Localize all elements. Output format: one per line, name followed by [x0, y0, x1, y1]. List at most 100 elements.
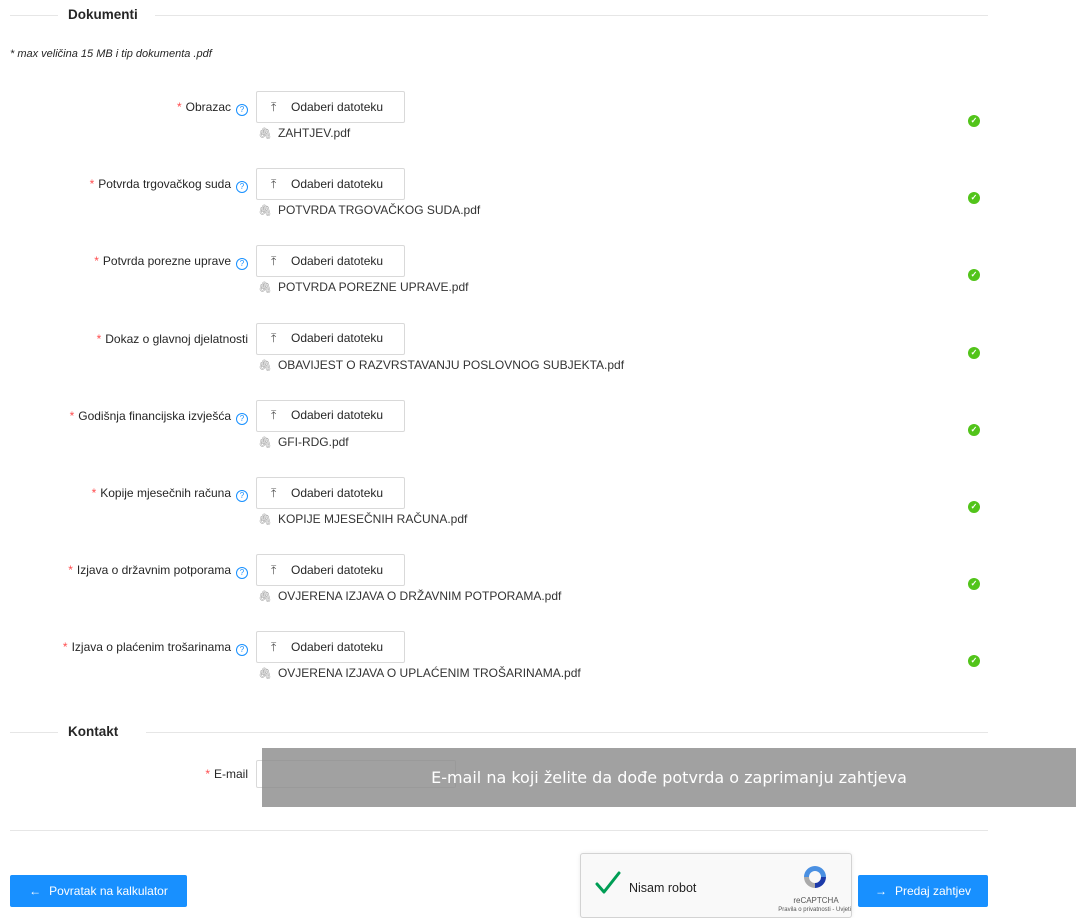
help-icon[interactable]: ?: [236, 490, 248, 502]
check-circle-icon: ✓: [968, 655, 980, 668]
document-label: * Izjava o plaćenim trošarinama?: [63, 631, 248, 663]
recaptcha-label: Nisam robot: [629, 881, 697, 895]
document-row: * Potvrda trgovačkog suda? ⤒ Odaberi datote…: [0, 168, 1076, 238]
upload-icon: ⤒: [271, 253, 277, 268]
uploaded-file-name: OBAVIJEST O RAZVRSTAVANJU POSLOVNOG SUBJ…: [277, 357, 625, 372]
recaptcha-logo-icon: [804, 866, 826, 888]
documents-section-header: Dokumenti: [10, 5, 988, 25]
upload-icon: ⤒: [271, 562, 277, 577]
document-label: * Obrazac?: [177, 91, 248, 123]
check-circle-icon: ✓: [968, 346, 980, 359]
paperclip-icon: 🖇: [258, 205, 272, 218]
upload-icon: ⤒: [271, 485, 277, 500]
submit-button-label: Predaj zahtjev: [894, 884, 972, 898]
help-icon[interactable]: ?: [236, 181, 248, 194]
choose-file-button[interactable]: ⤒ Odaberi datoteku: [256, 245, 405, 278]
uploaded-file[interactable]: 🖇 ZAHTJEV.pdf: [258, 126, 350, 140]
recaptcha-widget[interactable]: Nisam robot reCAPTCHA Pravila o privatno…: [580, 853, 852, 918]
upload-icon: ⤒: [271, 408, 277, 423]
header-line-left: [10, 15, 58, 16]
document-label: * Potvrda trgovačkog suda?: [90, 168, 248, 200]
document-label-text: Godišnja financijska izvješća: [78, 408, 231, 423]
document-label: * Godišnja financijska izvješća?: [70, 400, 248, 432]
uploaded-file[interactable]: 🖇 POTVRDA POREZNE UPRAVE.pdf: [258, 280, 468, 294]
help-icon[interactable]: ?: [236, 567, 248, 580]
paperclip-icon: 🖇: [258, 436, 272, 449]
help-icon[interactable]: ?: [236, 104, 248, 116]
uploaded-file-name: OVJERENA IZJAVA O DRŽAVNIM POTPORAMA.pdf: [277, 589, 562, 604]
uploaded-file[interactable]: 🖇 OVJERENA IZJAVA O UPLAĆENIM TROŠARINAMA…: [258, 666, 581, 680]
uploaded-file[interactable]: 🖇 OBAVIJEST O RAZVRSTAVANJU POSLOVNOG SUB…: [258, 358, 624, 372]
choose-file-label: Odaberi datoteku: [291, 99, 384, 114]
submit-request-button[interactable]: → Predaj zahtjev: [858, 875, 988, 907]
upload-icon: ⤒: [271, 99, 277, 114]
document-label: * Izjava o državnim potporama?: [68, 554, 248, 586]
paperclip-icon: 🖇: [258, 128, 272, 140]
check-circle-icon: ✓: [968, 115, 980, 127]
header-line-right: [155, 15, 988, 16]
choose-file-label: Odaberi datoteku: [291, 253, 384, 268]
upload-icon: ⤒: [271, 639, 277, 654]
uploaded-file[interactable]: 🖇 KOPIJE MJESEČNIH RAČUNA.pdf: [258, 512, 467, 526]
required-mark: *: [62, 640, 68, 655]
choose-file-label: Odaberi datoteku: [291, 562, 384, 577]
upload-icon: ⤒: [271, 176, 277, 191]
choose-file-button[interactable]: ⤒ Odaberi datoteku: [256, 554, 405, 587]
header-line-left: [10, 732, 58, 733]
required-mark: *: [96, 331, 102, 346]
help-icon[interactable]: ?: [236, 644, 248, 657]
required-mark: *: [91, 486, 97, 500]
uploaded-file-name: POTVRDA POREZNE UPRAVE.pdf: [277, 280, 469, 295]
document-label-text: Kopije mjesečnih računa: [100, 486, 231, 500]
choose-file-button[interactable]: ⤒ Odaberi datoteku: [256, 631, 405, 664]
required-mark: *: [89, 177, 95, 192]
required-mark: *: [94, 254, 99, 269]
check-circle-icon: ✓: [968, 192, 980, 205]
choose-file-label: Odaberi datoteku: [291, 485, 384, 500]
help-icon[interactable]: ?: [236, 412, 248, 425]
uploaded-file-name: OVJERENA IZJAVA O UPLAĆENIM TROŠARINAMA.…: [277, 666, 581, 681]
email-label-text: E-mail: [213, 767, 248, 781]
email-label: * E-mail: [205, 760, 248, 788]
check-circle-icon: ✓: [968, 423, 980, 436]
check-circle-icon: ✓: [968, 578, 980, 591]
back-to-calculator-button[interactable]: ← Povratak na kalkulator: [10, 875, 187, 907]
contact-section-title: Kontakt: [68, 724, 129, 739]
document-row: * Potvrda porezne uprave? ⤒ Odaberi datotek…: [0, 245, 1076, 315]
required-mark: *: [205, 767, 210, 781]
header-line-right: [146, 732, 988, 733]
recaptcha-terms-link[interactable]: Pravila o privatnosti - Uvjeti: [731, 907, 851, 913]
choose-file-button[interactable]: ⤒ Odaberi datoteku: [256, 399, 405, 432]
uploaded-file[interactable]: 🖇 POTVRDA TRGOVAČKOG SUDA.pdf: [258, 203, 480, 217]
uploaded-file-name: KOPIJE MJESEČNIH RAČUNA.pdf: [277, 512, 468, 526]
document-row: * Kopije mjesečnih računa? ⤒ Odaberi datote…: [0, 477, 1076, 547]
upload-size-note: * max veličina 15 MB i tip dokumenta .pd…: [10, 48, 212, 60]
choose-file-button[interactable]: ⤒ Odaberi datoteku: [256, 477, 405, 509]
uploaded-file[interactable]: 🖇 OVJERENA IZJAVA O DRŽAVNIM POTPORAMA.pd…: [258, 589, 561, 603]
paperclip-icon: 🖇: [258, 591, 272, 604]
choose-file-button[interactable]: ⤒ Odaberi datoteku: [256, 91, 405, 123]
document-row: * Izjava o državnim potporama? ⤒ Odaberi da…: [0, 554, 1076, 624]
uploaded-file-name: GFI-RDG.pdf: [277, 434, 349, 449]
uploaded-file-name: POTVRDA TRGOVAČKOG SUDA.pdf: [277, 203, 481, 218]
choose-file-button[interactable]: ⤒ Odaberi datoteku: [256, 322, 405, 355]
required-mark: *: [68, 563, 73, 578]
document-row: * Dokaz o glavnoj djelatnosti ⤒ Odaberi dat…: [0, 322, 1076, 393]
choose-file-label: Odaberi datoteku: [291, 331, 384, 346]
document-row: * Obrazac? ⤒ Odaberi datoteku 🖇 ZAHTJEV.pdf ✓: [0, 91, 1076, 161]
paperclip-icon: 🖇: [258, 359, 272, 372]
uploaded-file[interactable]: 🖇 GFI-RDG.pdf: [258, 435, 349, 449]
document-label-text: Obrazac: [185, 100, 231, 114]
choose-file-button[interactable]: ⤒ Odaberi datoteku: [256, 168, 405, 201]
document-label: * Kopije mjesečnih računa?: [92, 477, 248, 509]
recaptcha-brand: reCAPTCHA: [793, 896, 839, 905]
document-label: * Dokaz o glavnoj djelatnosti: [97, 323, 248, 355]
document-row: * Izjava o plaćenim trošarinama? ⤒ Odaberi …: [0, 631, 1076, 701]
form-divider: [10, 830, 988, 831]
check-circle-icon: ✓: [968, 269, 980, 282]
back-button-label: Povratak na kalkulator: [49, 884, 168, 898]
checkmark-icon[interactable]: [595, 869, 621, 897]
arrow-right-icon: →: [874, 884, 887, 898]
help-icon[interactable]: ?: [236, 258, 248, 271]
required-mark: *: [69, 408, 75, 423]
